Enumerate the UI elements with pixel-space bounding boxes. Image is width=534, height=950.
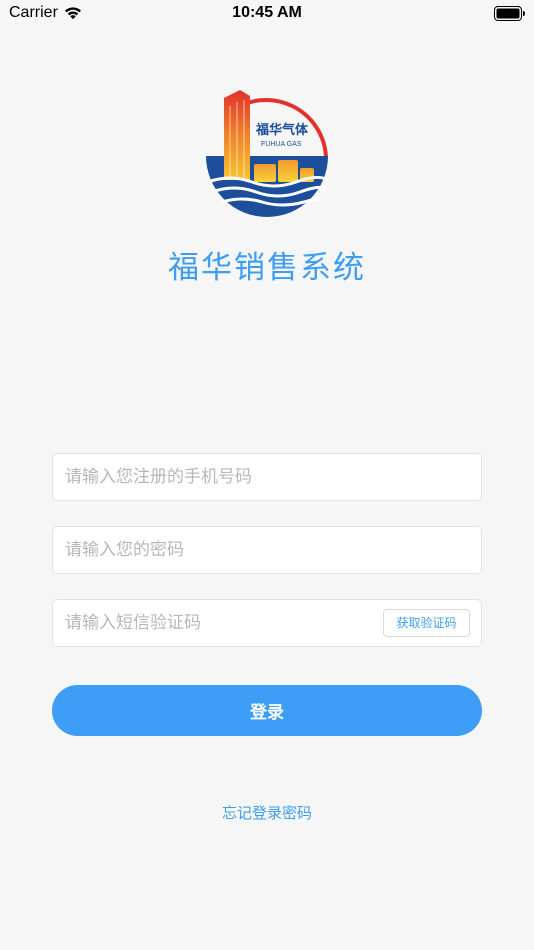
status-bar: Carrier 10:45 AM: [0, 0, 534, 28]
sms-code-field: 获取验证码: [52, 599, 482, 647]
login-button[interactable]: 登录: [52, 685, 482, 736]
logo-text-en: FUHUA GAS: [261, 141, 302, 148]
password-field: [52, 526, 482, 574]
get-code-button[interactable]: 获取验证码: [383, 609, 470, 637]
status-time: 10:45 AM: [232, 4, 302, 21]
fuhua-gas-logo: 福华气体 FUHUA GAS: [206, 90, 329, 217]
sms-code-input[interactable]: [65, 600, 365, 646]
battery-icon: [494, 6, 525, 21]
password-input[interactable]: [65, 527, 365, 573]
forgot-password-link[interactable]: 忘记登录密码: [0, 802, 534, 823]
logo-text-cn: 福华气体: [255, 122, 309, 138]
phone-field: [52, 453, 482, 501]
phone-input[interactable]: [65, 454, 365, 500]
app-title: 福华销售系统: [168, 250, 366, 286]
